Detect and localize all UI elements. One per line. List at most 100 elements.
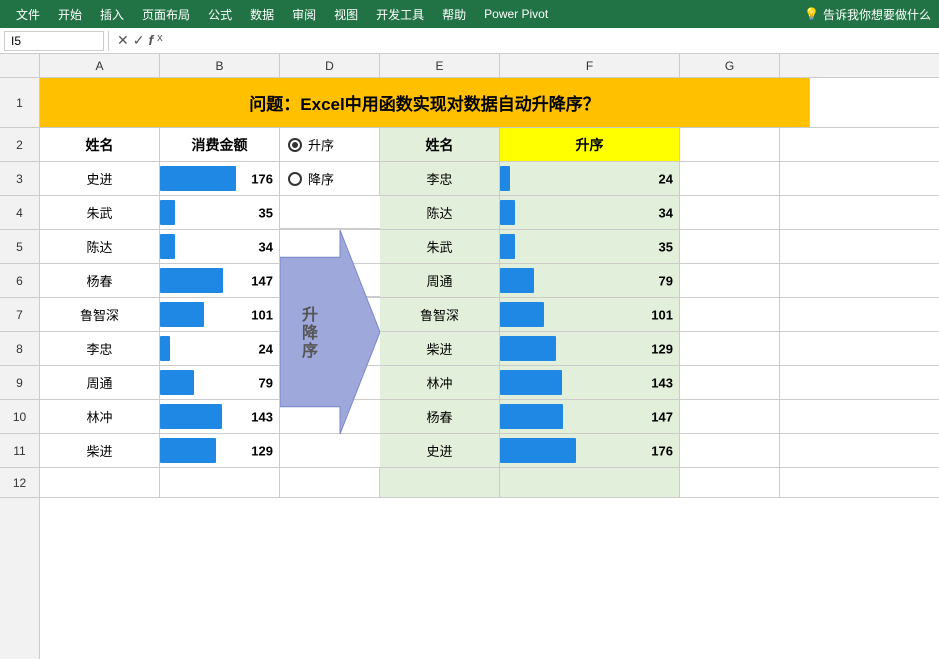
cell-a9[interactable]: 周通 [40,366,160,399]
row-num-7: 7 [0,298,39,332]
cell-b3[interactable]: 176 [160,162,280,195]
menu-data[interactable]: 数据 [242,3,282,26]
cell-f3[interactable]: 24 [500,162,680,195]
row-num-3: 3 [0,162,39,196]
cell-d7 [280,298,380,331]
cell-f8[interactable]: 129 [500,332,680,365]
search-label: 告诉我你想要做什么 [823,6,931,23]
cell-e10[interactable]: 杨春 [380,400,500,433]
cell-b6[interactable]: 147 [160,264,280,297]
cell-e11[interactable]: 史进 [380,434,500,467]
row-2: 姓名 消费金额 升序 姓名 升序 [40,128,939,162]
cell-b11[interactable]: 129 [160,434,280,467]
menu-view[interactable]: 视图 [326,3,366,26]
cell-b7[interactable]: 101 [160,298,280,331]
search-box[interactable]: 💡 告诉我你想要做什么 [804,6,931,23]
cell-b8[interactable]: 24 [160,332,280,365]
cell-e12 [380,468,500,497]
row-8: 李忠 24 柴进 129 [40,332,939,366]
cell-f9[interactable]: 143 [500,366,680,399]
cell-e7[interactable]: 鲁智深 [380,298,500,331]
cell-f7[interactable]: 101 [500,298,680,331]
col-header-e[interactable]: E [380,54,500,77]
column-headers: A B D E F G [0,54,939,78]
cell-a7[interactable]: 鲁智深 [40,298,160,331]
row-num-header [0,54,40,77]
row-num-9: 9 [0,366,39,400]
cell-e8[interactable]: 柴进 [380,332,500,365]
cell-f10[interactable]: 147 [500,400,680,433]
row-num-12: 12 [0,468,39,498]
col-header-f[interactable]: F [500,54,680,77]
confirm-icon[interactable]: ✓ [133,32,145,49]
radio-asc-label: 升序 [308,135,334,154]
insert-function-icon[interactable]: f [148,32,153,49]
cell-reference-box[interactable]: I5 [4,31,104,51]
menu-dev-tools[interactable]: 开发工具 [368,3,432,26]
cell-e6[interactable]: 周通 [380,264,500,297]
cell-a12 [40,468,160,497]
menu-review[interactable]: 审阅 [284,3,324,26]
cell-e5[interactable]: 朱武 [380,230,500,263]
row-num-5: 5 [0,230,39,264]
cell-b5[interactable]: 34 [160,230,280,263]
cell-g8 [680,332,780,365]
menu-help[interactable]: 帮助 [434,3,474,26]
cell-g7 [680,298,780,331]
cell-f12 [500,468,680,497]
cell-b2[interactable]: 消费金额 [160,128,280,161]
cell-f4[interactable]: 34 [500,196,680,229]
menu-power-pivot[interactable]: Power Pivot [476,4,556,24]
col-header-d[interactable]: D [280,54,380,77]
menu-file[interactable]: 文件 [8,3,48,26]
cell-a5[interactable]: 陈达 [40,230,160,263]
menu-page-layout[interactable]: 页面布局 [134,3,198,26]
row-12 [40,468,939,498]
cell-d11 [280,434,380,467]
cell-g5 [680,230,780,263]
cell-a8[interactable]: 李忠 [40,332,160,365]
row-num-11: 11 [0,434,39,468]
radio-asc-circle[interactable] [288,138,302,152]
col-header-g[interactable]: G [680,54,780,77]
formula-input[interactable] [171,33,935,48]
menu-insert[interactable]: 插入 [92,3,132,26]
cell-b9[interactable]: 79 [160,366,280,399]
cell-a3[interactable]: 史进 [40,162,160,195]
cell-a11[interactable]: 柴进 [40,434,160,467]
cell-g12 [680,468,780,497]
row-num-10: 10 [0,400,39,434]
formula-icons: ✕ ✓ fx [113,32,167,49]
col-header-b[interactable]: B [160,54,280,77]
cell-e9[interactable]: 林冲 [380,366,500,399]
cancel-icon[interactable]: ✕ [117,32,129,49]
radio-desc-label: 降序 [308,169,334,188]
cell-e3[interactable]: 李忠 [380,162,500,195]
cell-f6[interactable]: 79 [500,264,680,297]
row-num-2: 2 [0,128,39,162]
menu-home[interactable]: 开始 [50,3,90,26]
cell-f5[interactable]: 35 [500,230,680,263]
cell-d3: 降序 [280,162,380,195]
radio-desc-circle[interactable] [288,172,302,186]
cell-a6[interactable]: 杨春 [40,264,160,297]
col-header-a[interactable]: A [40,54,160,77]
radio-desc[interactable]: 降序 [288,169,334,188]
cell-a4[interactable]: 朱武 [40,196,160,229]
cell-f2[interactable]: 升序 [500,128,680,161]
cell-a2[interactable]: 姓名 [40,128,160,161]
radio-asc[interactable]: 升序 [288,135,334,154]
cell-d6-arrow-mid [280,264,380,297]
row-7: 鲁智深 101 鲁智深 101 [40,298,939,332]
grid-rows: 问题：Excel中用函数实现对数据自动升降序？ 姓名 消费金额 升序 姓名 升序 [40,78,939,659]
spreadsheet: A B D E F G 1 2 3 4 5 6 7 8 9 10 11 12 [0,54,939,659]
cell-e4[interactable]: 陈达 [380,196,500,229]
cell-b10[interactable]: 143 [160,400,280,433]
grid-content: 问题：Excel中用函数实现对数据自动升降序？ 姓名 消费金额 升序 姓名 升序 [40,78,939,659]
cell-f11[interactable]: 176 [500,434,680,467]
insert-function-label[interactable]: x [157,32,163,49]
cell-b4[interactable]: 35 [160,196,280,229]
cell-a10[interactable]: 林冲 [40,400,160,433]
menu-formula[interactable]: 公式 [200,3,240,26]
cell-e2[interactable]: 姓名 [380,128,500,161]
